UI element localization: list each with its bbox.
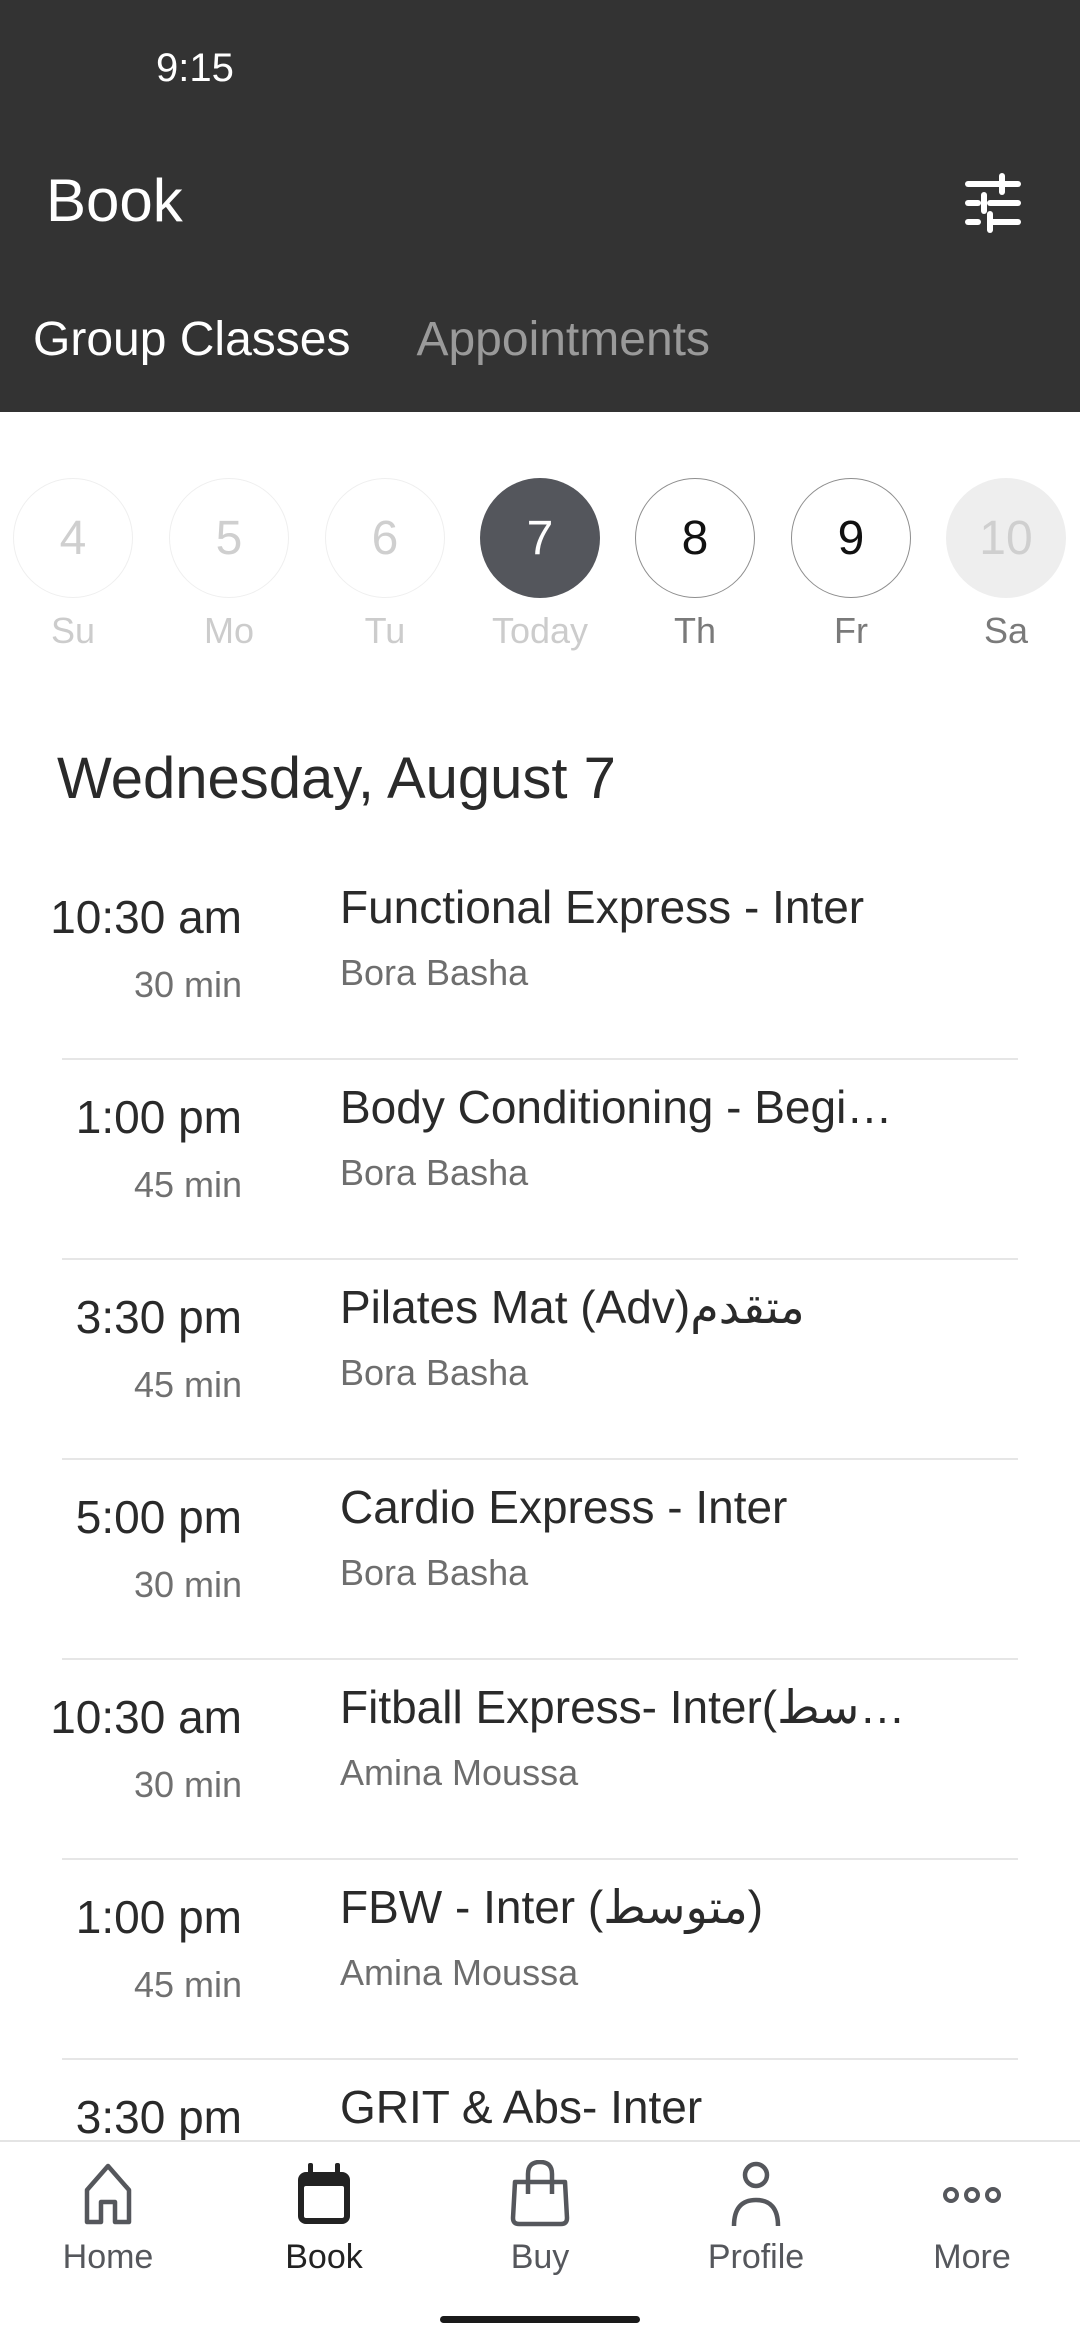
day-number: 6: [325, 478, 445, 598]
class-time: 10:30 am: [50, 1691, 242, 1743]
class-instructor: Bora Basha: [340, 1552, 529, 1593]
day-label: Today: [491, 610, 589, 651]
nav-profile[interactable]: Profile: [648, 2160, 864, 2277]
nav-home[interactable]: Home: [0, 2160, 216, 2277]
class-name: Functional Express - Inter: [340, 881, 865, 933]
calendar-icon: [298, 2163, 350, 2224]
nav-book[interactable]: Book: [216, 2160, 432, 2277]
day-label: Mo: [203, 610, 254, 651]
day-thursday[interactable]: 8 Th: [633, 478, 757, 652]
class-instructor: Amina Moussa: [340, 1952, 579, 1993]
nav-label: More: [933, 2238, 1011, 2276]
class-row[interactable]: 1:00 pm 45 min FBW - Inter (متوسط) Amina…: [0, 1860, 1080, 2060]
day-label: Tu: [364, 610, 406, 651]
day-label: Su: [50, 610, 96, 651]
day-number: 4: [13, 478, 133, 598]
class-row[interactable]: 3:30 pm 45 min Pilates Mat (Adv)متقدم Bo…: [0, 1260, 1080, 1460]
class-instructor: Bora Basha: [340, 1152, 529, 1193]
person-icon: [731, 2161, 781, 2227]
class-name: Cardio Express - Inter: [340, 1481, 788, 1533]
class-name: Fitball Express- Inter(سط…: [340, 1681, 906, 1733]
day-number: 7: [480, 478, 600, 598]
class-duration: 45 min: [133, 1964, 242, 2005]
class-time: 1:00 pm: [75, 1091, 242, 1143]
day-number: 8: [635, 478, 755, 598]
class-list: 10:30 am 30 min Functional Express - Int…: [0, 860, 1080, 2260]
day-number: 10: [946, 478, 1066, 598]
tab-group-classes[interactable]: Group Classes: [33, 312, 350, 382]
day-number: 5: [169, 478, 289, 598]
class-duration: 30 min: [133, 1564, 242, 1605]
class-name: FBW - Inter (متوسط): [340, 1881, 764, 1933]
nav-label: Book: [285, 2238, 363, 2276]
week-selector: 4 Su 5 Mo 6 Tu 7 Today 8 Th 9 Fr 10 Sa: [0, 478, 1080, 668]
day-saturday: 10 Sa: [944, 478, 1068, 652]
class-instructor: Bora Basha: [340, 952, 529, 993]
filter-button[interactable]: [960, 170, 1030, 236]
shopping-bag-icon: [510, 2160, 570, 2227]
day-label: Th: [673, 610, 716, 651]
nav-more[interactable]: More: [864, 2160, 1080, 2277]
class-name: Pilates Mat (Adv)متقدم: [340, 1281, 805, 1333]
day-label: Fr: [834, 610, 868, 651]
class-row[interactable]: 1:00 pm 45 min Body Conditioning - Begi……: [0, 1060, 1080, 1260]
day-sunday[interactable]: 4 Su: [11, 478, 135, 652]
day-monday[interactable]: 5 Mo: [167, 478, 291, 652]
app-header: 9:15 Book Group Classes Appointments: [0, 0, 1080, 412]
nav-label: Buy: [510, 2238, 570, 2276]
nav-label: Home: [62, 2238, 154, 2276]
class-row[interactable]: 10:30 am 30 min Fitball Express- Inter(س…: [0, 1660, 1080, 1860]
page-title: Book: [46, 167, 183, 234]
class-time: 5:00 pm: [75, 1491, 242, 1543]
home-indicator: [440, 2316, 640, 2323]
class-instructor: Bora Basha: [340, 1352, 529, 1393]
class-instructor: Amina Moussa: [340, 1752, 579, 1793]
status-bar-time: 9:15: [156, 46, 234, 90]
bottom-nav: Home Book Buy Profile More: [0, 2140, 1080, 2340]
sliders-icon: [965, 173, 1021, 233]
more-dots-icon: [943, 2187, 1001, 2203]
day-number: 9: [791, 478, 911, 598]
home-icon: [84, 2163, 132, 2225]
tab-appointments[interactable]: Appointments: [416, 312, 710, 382]
day-today[interactable]: 7 Today: [478, 478, 602, 652]
class-duration: 45 min: [133, 1364, 242, 1405]
date-heading: Wednesday, August 7: [57, 746, 616, 811]
class-time: 3:30 pm: [75, 1291, 242, 1343]
class-row[interactable]: 10:30 am 30 min Functional Express - Int…: [0, 860, 1080, 1060]
nav-label: Profile: [707, 2238, 805, 2276]
class-row[interactable]: 5:00 pm 30 min Cardio Express - Inter Bo…: [0, 1460, 1080, 1660]
day-label: Sa: [983, 610, 1029, 651]
nav-buy[interactable]: Buy: [432, 2160, 648, 2277]
class-name: Body Conditioning - Begi…: [340, 1081, 893, 1133]
class-duration: 30 min: [133, 1764, 242, 1805]
day-friday[interactable]: 9 Fr: [789, 478, 913, 652]
class-time: 1:00 pm: [75, 1891, 242, 1943]
class-time: 3:30 pm: [75, 2091, 242, 2143]
class-duration: 30 min: [133, 964, 242, 1005]
day-tuesday[interactable]: 6 Tu: [323, 478, 447, 652]
class-name: GRIT & Abs- Inter: [340, 2081, 703, 2133]
tab-bar: Group Classes Appointments: [0, 312, 710, 382]
class-duration: 45 min: [133, 1164, 242, 1205]
class-time: 10:30 am: [50, 891, 242, 943]
